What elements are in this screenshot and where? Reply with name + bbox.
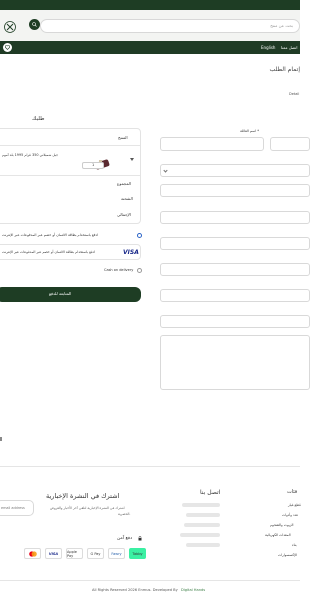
payment-option-cod-label: Cash on delivery — [104, 268, 134, 272]
nav-link-contact[interactable]: اتصل معنا — [281, 46, 298, 50]
logo-icon[interactable] — [4, 18, 16, 33]
cut-label: Detail — [289, 92, 300, 96]
payment-method-gpay: G Pay — [87, 548, 104, 559]
phone-field[interactable] — [160, 315, 310, 328]
wishlist-button[interactable] — [3, 43, 12, 52]
subtotal-label: المجموع — [117, 181, 131, 186]
quantity-value: 1 — [92, 163, 95, 167]
visa-logo: VISA — [123, 249, 139, 256]
newsletter-subtitle-2: الحصرية. — [118, 512, 131, 516]
footer-link[interactable]: بناء — [292, 543, 297, 547]
fawry-text: Fawry — [111, 551, 122, 556]
last-name-field[interactable] — [160, 137, 264, 151]
total-label: الإجمالي — [117, 212, 131, 217]
payment-method-visa: VISA — [45, 548, 62, 559]
quantity-stepper[interactable]: 1 — [82, 162, 104, 169]
top-bar — [0, 0, 300, 10]
state-field[interactable] — [160, 263, 310, 276]
email-placeholder: email address — [1, 506, 25, 510]
payment-method-mastercard — [24, 548, 41, 559]
place-order-label: المتابعة للدفع — [49, 291, 72, 296]
payment-option-card-label: ادفع باستخدام بطاقة الائتمان أو خصم عبر … — [2, 233, 98, 237]
main-nav — [0, 41, 300, 54]
page-title: إتمام الطلب — [269, 66, 300, 73]
divider — [0, 145, 140, 146]
chevron-down-icon — [163, 168, 168, 173]
address-field[interactable] — [160, 211, 310, 224]
footer-divider — [0, 466, 300, 467]
cut-mark — [0, 437, 2, 441]
footer-links-title: فئات — [287, 489, 298, 495]
payment-method-tabby: Tabby — [129, 548, 146, 559]
payment-title: دفع آمن — [117, 536, 133, 541]
contact-line — [186, 543, 220, 547]
visa-text: VISA — [48, 551, 59, 556]
payment-method-applepay: Apple Pay — [66, 548, 83, 559]
footer-link[interactable]: الإكسسوارات — [278, 553, 297, 557]
first-name-field[interactable] — [270, 137, 310, 151]
footer-link[interactable]: قطع غيار — [288, 503, 301, 507]
address2-field[interactable] — [160, 237, 310, 250]
copyright-text: All Rights Reserved 2026 Enmus. Develope… — [92, 588, 178, 592]
payment-method-fawry: Fawry — [108, 548, 125, 559]
product-column-label: المنتج — [118, 135, 128, 140]
city-field[interactable] — [160, 184, 310, 197]
contact-line — [182, 503, 220, 507]
lock-icon — [138, 536, 142, 541]
newsletter-title: اشترك في النشرة الإخبارية — [46, 492, 120, 500]
order-summary-card — [0, 128, 141, 224]
contact-title: اتصل بنا — [200, 489, 221, 496]
divider — [0, 175, 140, 176]
search-icon — [32, 22, 37, 27]
place-order-button[interactable]: المتابعة للدفع — [0, 287, 141, 302]
product-name: جبل شمبلاني 350 غرام 1995 بلد آموم — [2, 153, 59, 157]
remove-icon[interactable] — [130, 158, 134, 162]
contact-line — [186, 513, 220, 517]
tabby-text: Tabby — [132, 551, 143, 556]
order-notes-field[interactable] — [160, 335, 310, 390]
newsletter-subtitle: اشترك في النشرة الإخبارية لتلقي آخر الأخ… — [50, 506, 125, 510]
order-title: طلبك — [32, 116, 45, 122]
search-placeholder: بحث عن منتج — [270, 23, 293, 28]
applepay-text: Apple Pay — [67, 549, 77, 558]
footer-link[interactable]: الزيوت والشحوم — [270, 523, 294, 527]
payment-radio-cod[interactable] — [137, 268, 142, 273]
payment-card-description: ادفع باستخدام بطاقة الائتمان أو خصم عبر … — [2, 250, 95, 254]
mastercard-icon — [28, 550, 37, 557]
postcode-field[interactable] — [160, 289, 310, 302]
payment-radio-card[interactable] — [137, 233, 142, 238]
nav-link-english[interactable]: English — [261, 46, 275, 50]
contact-line — [184, 523, 220, 527]
developer-link[interactable]: Digital Hands — [181, 588, 205, 593]
contact-line — [180, 533, 220, 537]
search-button[interactable] — [29, 19, 40, 30]
last-name-label: اسم العائلة * — [240, 129, 260, 133]
country-select[interactable] — [160, 164, 310, 177]
footer-link[interactable]: المعدات الكهربائية — [265, 533, 291, 537]
gpay-text: G Pay — [90, 551, 101, 556]
shipping-label: الشحنة — [121, 196, 133, 201]
footer-link[interactable]: عدد وأدوات — [282, 513, 298, 517]
heart-icon — [5, 45, 10, 50]
search-input[interactable]: بحث عن منتج — [40, 19, 300, 33]
newsletter-email-input[interactable]: email address — [0, 500, 34, 516]
footer-bottom-divider — [0, 580, 300, 581]
